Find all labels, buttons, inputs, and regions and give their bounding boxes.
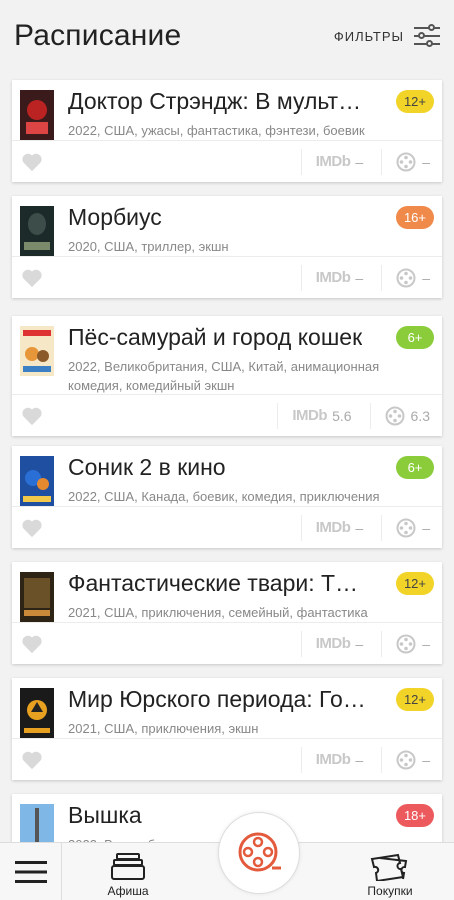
film-meta: 2022, США, Канада, боевик, комедия, прик… — [68, 489, 380, 504]
imdb-logo: IMDb — [315, 269, 351, 286]
kinopoisk-score: – — [422, 751, 430, 768]
imdb-score: – — [355, 519, 364, 536]
film-title: Доктор Стрэндж: В мульт… — [68, 88, 362, 114]
film-title: Вышка — [68, 802, 142, 828]
page-title: Расписание — [14, 19, 182, 52]
imdb-logo: IMDb — [315, 751, 351, 768]
poster-fantastic-beasts-icon — [20, 572, 54, 622]
film-title: Соник 2 в кино — [68, 454, 226, 480]
film-card[interactable]: Доктор Стрэндж: В мульт… 12+ 2022, США, … — [12, 80, 442, 182]
film-reel-icon — [385, 406, 405, 425]
imdb-score: – — [355, 635, 364, 652]
film-reel-icon — [396, 268, 416, 287]
imdb-logo: IMDb — [292, 407, 328, 424]
poster-morbius-icon — [20, 206, 54, 256]
favorite-heart-icon[interactable] — [12, 395, 52, 437]
kinopoisk-rating: 6.3 — [369, 402, 442, 429]
age-rating-badge: 6+ — [396, 326, 434, 349]
film-reel-icon — [396, 518, 416, 537]
header: Расписание ФИЛЬТРЫ — [0, 0, 454, 72]
kinopoisk-score: – — [422, 269, 430, 286]
film-card[interactable]: Мир Юрского периода: Го… 12+ 2021, США, … — [12, 678, 442, 780]
age-rating-badge: 16+ — [395, 206, 434, 229]
film-card[interactable]: Соник 2 в кино 6+ 2022, США, Канада, бое… — [12, 446, 442, 548]
imdb-rating: IMDb – — [300, 746, 381, 773]
app-screen: Расписание ФИЛЬТРЫ Доктор Стрэндж: В мул… — [0, 0, 454, 900]
imdb-rating: IMDb – — [300, 514, 381, 541]
kinopoisk-rating: – — [381, 264, 442, 291]
imdb-score: – — [355, 751, 364, 768]
age-rating-badge: 12+ — [395, 688, 434, 711]
imdb-score: – — [355, 153, 364, 170]
kinopoisk-rating: – — [381, 514, 442, 541]
filters-button[interactable]: ФИЛЬТРЫ — [334, 24, 440, 48]
favorite-heart-icon[interactable] — [12, 739, 52, 781]
film-reel-icon — [396, 634, 416, 653]
film-title: Пёс-самурай и город кошек — [68, 324, 363, 350]
poster-doctor-strange-icon — [20, 90, 54, 140]
center-film-button[interactable] — [218, 812, 300, 894]
imdb-logo: IMDb — [315, 519, 351, 536]
imdb-rating: IMDb – — [300, 148, 381, 175]
favorite-heart-icon[interactable] — [12, 507, 52, 549]
age-rating-badge: 18+ — [395, 804, 434, 827]
tab-purchases-label: Покупки — [367, 884, 413, 898]
age-rating-badge: 12+ — [395, 90, 434, 113]
film-reel-icon — [396, 750, 416, 769]
film-card[interactable]: Пёс-самурай и город кошек 6+ 2022, Велик… — [12, 316, 442, 436]
filters-label: ФИЛЬТРЫ — [333, 28, 404, 44]
film-reel-icon — [396, 152, 416, 171]
film-meta: 2021, США, приключения, семейный, фантас… — [68, 605, 368, 620]
favorite-heart-icon[interactable] — [12, 257, 52, 299]
age-rating-badge: 12+ — [395, 572, 434, 595]
poster-jurassic-world-icon — [20, 688, 54, 738]
age-rating-badge: 6+ — [396, 456, 434, 479]
afisha-tray-icon — [111, 853, 145, 880]
film-title: Фантастические твари: Т… — [68, 570, 359, 596]
film-card[interactable]: Морбиус 16+ 2020, США, триллер, экшн IMD… — [12, 196, 442, 298]
kinopoisk-rating: – — [381, 630, 442, 657]
film-reel-icon — [238, 832, 281, 872]
poster-samurai-dog-icon — [20, 326, 54, 376]
favorite-heart-icon[interactable] — [12, 141, 52, 183]
film-title: Мир Юрского периода: Го… — [68, 686, 366, 712]
kinopoisk-score: – — [422, 519, 430, 536]
tab-purchases[interactable]: Покупки — [350, 843, 430, 900]
menu-button[interactable] — [0, 843, 62, 900]
tickets-icon — [370, 853, 408, 881]
film-meta: 2020, США, триллер, экшн — [68, 239, 229, 254]
imdb-score: 5.6 — [332, 407, 352, 424]
tab-afisha[interactable]: Афиша — [88, 843, 168, 900]
imdb-rating: IMDb – — [300, 264, 381, 291]
kinopoisk-score: – — [422, 153, 430, 170]
filters-sliders-icon — [414, 24, 440, 48]
kinopoisk-score: 6.3 — [410, 407, 430, 424]
film-meta: 2022, Великобритания, США, Китай, анимац… — [68, 359, 380, 393]
kinopoisk-score: – — [422, 635, 430, 652]
imdb-logo: IMDb — [315, 153, 351, 170]
film-meta: 2022, США, ужасы, фантастика, фэнтези, б… — [68, 123, 365, 138]
kinopoisk-rating: – — [381, 746, 442, 773]
film-title: Морбиус — [68, 204, 162, 230]
imdb-rating: IMDb 5.6 — [277, 402, 369, 429]
imdb-logo: IMDb — [315, 635, 351, 652]
kinopoisk-rating: – — [381, 148, 442, 175]
hamburger-menu-icon — [14, 861, 47, 883]
film-meta: 2021, США, приключения, экшн — [68, 721, 259, 736]
imdb-score: – — [355, 269, 364, 286]
film-card[interactable]: Фантастические твари: Т… 12+ 2021, США, … — [12, 562, 442, 664]
poster-sonic-2-icon — [20, 456, 54, 506]
favorite-heart-icon[interactable] — [12, 623, 52, 665]
tab-afisha-label: Афиша — [107, 884, 149, 898]
imdb-rating: IMDb – — [300, 630, 381, 657]
